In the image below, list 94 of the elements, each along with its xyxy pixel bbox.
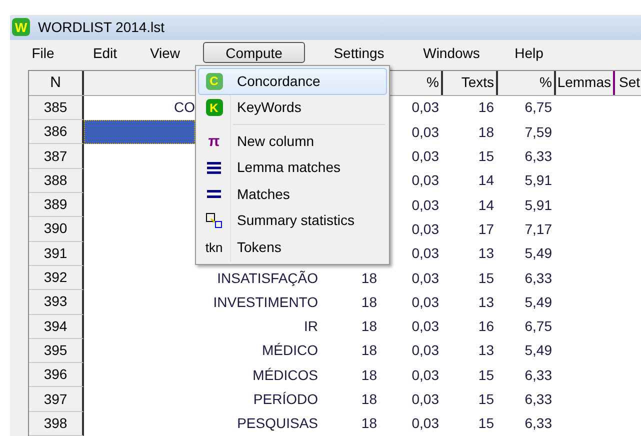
percent-cell-text: 5,91 bbox=[524, 171, 553, 190]
percent-cell-text: 6,33 bbox=[524, 147, 553, 166]
column-header: Lemmas bbox=[556, 70, 615, 95]
texts-cell-text: 15 bbox=[477, 147, 495, 166]
percent-cell-text: 0,03 bbox=[410, 171, 440, 190]
pi-icon: π bbox=[208, 134, 220, 149]
row-number: 388 bbox=[29, 168, 84, 194]
row-number: 387 bbox=[29, 144, 84, 169]
row-number: 390 bbox=[29, 217, 84, 242]
row-number: 389 bbox=[29, 193, 84, 218]
texts-cell-text: 15 bbox=[477, 366, 495, 385]
percent-cell-text: 0,03 bbox=[410, 366, 440, 385]
menu-option[interactable]: C Concordance bbox=[198, 68, 387, 94]
percent-cell-text: 0,03 bbox=[410, 390, 440, 410]
column-header: N bbox=[29, 70, 84, 95]
percent-cell-text: 0,03 bbox=[410, 196, 440, 215]
frequency-cell-text: 18 bbox=[360, 414, 378, 434]
percent-cell-text: 5,91 bbox=[524, 196, 553, 215]
frequency-cell-text: 18 bbox=[360, 268, 378, 288]
frequency-cell-text: 18 bbox=[360, 366, 378, 385]
keywords-icon: K bbox=[206, 99, 222, 116]
percent-cell-text: 6,33 bbox=[524, 414, 553, 434]
row-number: 398 bbox=[29, 412, 84, 436]
percent-cell-text: 0,03 bbox=[410, 147, 440, 166]
concordance-icon: C bbox=[206, 72, 222, 90]
frequency-cell-text: 18 bbox=[360, 292, 378, 312]
texts-cell-text: 13 bbox=[477, 341, 495, 360]
texts-cell-text: 15 bbox=[477, 390, 495, 410]
texts-cell-text: 17 bbox=[477, 220, 495, 239]
texts-cell-text: 14 bbox=[477, 196, 495, 215]
percent-cell-text: 6,33 bbox=[524, 390, 553, 410]
texts-cell-text: 16 bbox=[477, 98, 495, 118]
row-number: 395 bbox=[29, 338, 84, 364]
squares-icon bbox=[206, 213, 222, 228]
texts-cell-text: 15 bbox=[477, 414, 495, 434]
texts-cell-text: 14 bbox=[477, 171, 495, 190]
column-header: % bbox=[498, 70, 556, 95]
texts-cell-text: 13 bbox=[477, 292, 495, 312]
row-number: 394 bbox=[29, 314, 84, 339]
percent-cell-text: 0,03 bbox=[410, 414, 440, 434]
percent-cell-text: 7,59 bbox=[524, 122, 553, 142]
percent-cell-text: 6,75 bbox=[524, 98, 553, 118]
row-number: 386 bbox=[29, 120, 84, 144]
menu-option[interactable]: tkn Tokens bbox=[198, 234, 387, 260]
menu-option[interactable]: π New column bbox=[198, 128, 387, 154]
menu-option[interactable]: K KeyWords bbox=[198, 94, 387, 121]
percent-cell-text: 7,17 bbox=[524, 220, 553, 239]
percent-cell-text: 6,75 bbox=[524, 317, 553, 336]
texts-cell-text: 16 bbox=[477, 317, 495, 336]
word-cell-text: MÉDICOS bbox=[252, 366, 319, 385]
column-header: % bbox=[391, 70, 443, 95]
word-cell-text: INSATISFAÇÃO bbox=[216, 268, 319, 288]
texts-cell-text: 15 bbox=[477, 268, 495, 288]
row-number: 392 bbox=[29, 266, 84, 290]
word-cell-text: PESQUISAS bbox=[236, 414, 319, 434]
percent-cell-text: 6,33 bbox=[524, 366, 553, 385]
menu-option[interactable]: Lemma matches bbox=[198, 154, 387, 181]
percent-cell-text: 6,33 bbox=[524, 268, 553, 288]
column-header: Set bbox=[615, 70, 641, 95]
percent-cell-text: 0,03 bbox=[410, 98, 440, 118]
frequency-cell-text: 18 bbox=[360, 390, 378, 410]
percent-cell-text: 0,03 bbox=[410, 220, 440, 239]
percent-cell-text: 0,03 bbox=[410, 244, 440, 264]
row-number: 397 bbox=[29, 387, 84, 412]
window-title: WORDLIST 2014.lst bbox=[38, 18, 165, 37]
frequency-cell-text: 18 bbox=[360, 317, 378, 336]
equals-icon bbox=[207, 190, 221, 198]
tokens-icon: tkn bbox=[205, 238, 223, 257]
percent-cell-text: 5,49 bbox=[524, 341, 553, 360]
percent-cell-text: 0,03 bbox=[410, 317, 440, 336]
row-number: 393 bbox=[29, 290, 84, 315]
row-number: 385 bbox=[29, 96, 84, 120]
percent-cell-text: 0,03 bbox=[410, 341, 440, 360]
percent-cell-text: 5,49 bbox=[524, 244, 553, 264]
row-number: 391 bbox=[29, 242, 84, 266]
texts-cell-text: 18 bbox=[477, 122, 495, 142]
row-number: 396 bbox=[29, 363, 84, 388]
triple-lines-icon bbox=[207, 162, 221, 174]
app-icon: W bbox=[12, 18, 30, 36]
percent-cell-text: 0,03 bbox=[410, 292, 440, 312]
percent-cell-text: 0,03 bbox=[410, 122, 440, 142]
menu-item[interactable]: Compute bbox=[202, 42, 306, 64]
word-cell-text: CO bbox=[173, 98, 195, 118]
column-header: Texts bbox=[443, 70, 498, 95]
word-cell-text: MÉDICO bbox=[261, 341, 319, 360]
menu-option[interactable]: Summary statistics bbox=[198, 208, 387, 234]
percent-cell-text: 5,49 bbox=[524, 292, 553, 312]
texts-cell-text: 13 bbox=[477, 244, 495, 264]
word-cell-text: PERÍODO bbox=[252, 390, 319, 410]
menu-option[interactable]: Matches bbox=[198, 181, 387, 208]
word-cell-text: INVESTIMENTO bbox=[212, 292, 319, 312]
frequency-cell-text: 18 bbox=[360, 341, 378, 360]
percent-cell-text: 0,03 bbox=[410, 268, 440, 288]
word-cell-text: IR bbox=[303, 317, 319, 336]
